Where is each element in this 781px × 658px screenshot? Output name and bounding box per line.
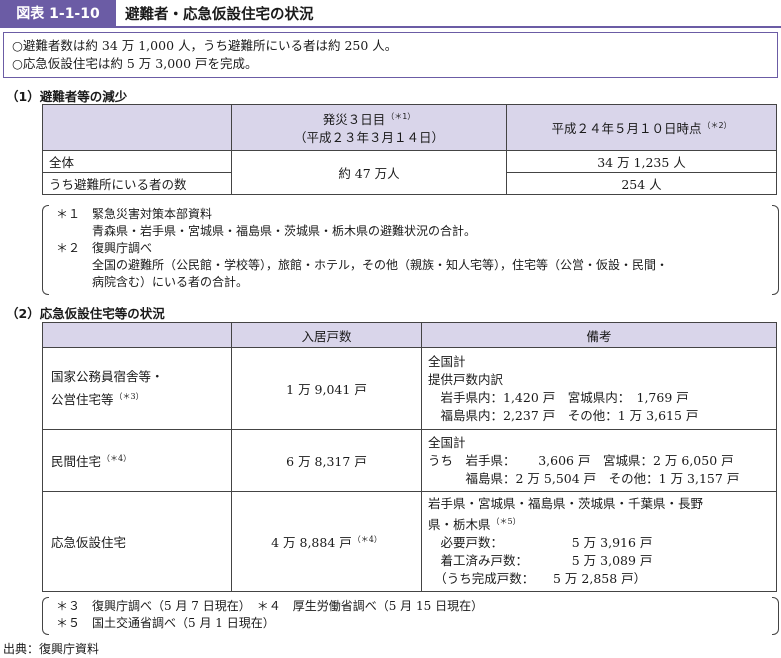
section1-title: （1）避難者等の減少 [6, 89, 128, 104]
count-temporary-cell: 4 万 8,884 戸（＊4） [231, 490, 422, 593]
evacuee-table: 発災３日目（＊1） （平成２３年３月１４日） 平成２４年５月１０日時点（＊2） … [42, 104, 777, 195]
summary-box: ○避難者数は約 34 万 1,000 人，うち避難所にいる者は約 250 人。 … [3, 32, 778, 78]
header-day3: 発災３日目（＊1） （平成２３年３月１４日） [231, 104, 507, 151]
housing-table: 入居戸数 備考 国家公務員宿舎等・ 公営住宅等（＊3） 1 万 9,041 戸 … [42, 322, 777, 593]
row-label-temporary: 応急仮設住宅 [42, 490, 232, 593]
note-ref-5: （＊5） [491, 517, 521, 526]
row-label-shelter: うち避難所にいる者の数 [42, 172, 232, 195]
table-row: 国家公務員宿舎等・ 公営住宅等（＊3） 1 万 9,041 戸 全国計 提供戸数… [42, 347, 777, 430]
figure-title: 避難者・応急仮設住宅の状況 [125, 6, 314, 23]
source-note: 出典：復興庁資料 [3, 642, 100, 656]
summary-line-2: ○応急仮設住宅は約 5 万 3,000 戸を完成。 [12, 56, 258, 71]
day3-total-value: 約 47 万人 [231, 150, 507, 195]
note-line: ＊１ 緊急災害対策本部資料 [56, 207, 213, 221]
row-label-total: 全体 [42, 150, 232, 173]
header-day3-line2: （平成２３年３月１４日） [293, 130, 444, 146]
header-day3-line1: 発災３日目 [322, 112, 386, 128]
table-row: 応急仮設住宅 4 万 8,884 戸（＊4） 岩手県・宮城県・福島県・茨城県・千… [42, 490, 777, 593]
summary-line-1: ○避難者数は約 34 万 1,000 人，うち避難所にいる者は約 250 人。 [12, 38, 398, 53]
row-label-private: 民間住宅（＊4） [42, 429, 232, 492]
housing-table-header-row: 入居戸数 備考 [42, 322, 777, 348]
header-current-text: 平成２４年５月１０日時点 [551, 121, 702, 137]
header-blank-cell [42, 104, 232, 151]
section2-notes: ＊３ 復興庁調べ（5 月 7 日現在） ＊４ 厚生労働省調べ（5 月 15 日現… [42, 597, 779, 635]
table-row: 全体 約 47 万人 34 万 1,235 人 [42, 150, 777, 195]
note-ref-4: （＊4） [102, 453, 132, 463]
remarks-public: 全国計 提供戸数内訳 岩手県内：1,420 戸 宮城県内： 1,769 戸 福島… [421, 347, 777, 430]
header-remarks: 備考 [421, 322, 777, 348]
note-line: 青森県・岩手県・宮城県・福島県・茨城県・栃木県の避難状況の合計。 [92, 224, 477, 238]
note-line: ＊３ 復興庁調べ（5 月 7 日現在） ＊４ 厚生労働省調べ（5 月 15 日現… [56, 599, 484, 613]
note-ref-1: （＊1） [386, 111, 416, 121]
evacuee-table-header-row: 発災３日目（＊1） （平成２３年３月１４日） 平成２４年５月１０日時点（＊2） [42, 104, 777, 151]
note-ref-2: （＊2） [702, 120, 732, 130]
note-ref-4b: （＊4） [352, 534, 382, 544]
count-private: 6 万 8,317 戸 [231, 429, 422, 492]
figure-label: 図表 1-1-10 [0, 0, 116, 26]
note-ref-3: （＊3） [114, 391, 144, 401]
note-line: 病院含む）にいる者の合計。 [92, 275, 249, 289]
current-shelter-value: 254 人 [506, 172, 777, 195]
header-current: 平成２４年５月１０日時点（＊2） [506, 104, 777, 151]
count-public: 1 万 9,041 戸 [231, 347, 422, 430]
current-total-value: 34 万 1,235 人 [506, 150, 777, 173]
figure-header: 図表 1-1-10 避難者・応急仮設住宅の状況 [0, 0, 781, 28]
count-temporary: 4 万 8,884 戸 [271, 535, 352, 551]
section2-title: （2）応急仮設住宅等の状況 [6, 306, 165, 321]
note-line: 全国の避難所（公民館・学校等），旅館・ホテル，その他（親族・知人宅等），住宅等（… [92, 258, 669, 272]
note-line: ＊５ 国土交通省調べ（5 月 1 日現在） [56, 616, 275, 630]
section1-notes: ＊１ 緊急災害対策本部資料 青森県・岩手県・宮城県・福島県・茨城県・栃木県の避難… [42, 205, 779, 295]
table-row: 民間住宅（＊4） 6 万 8,317 戸 全国計 うち 岩手県： 3,606 戸… [42, 429, 777, 492]
header-blank-cell [42, 322, 232, 348]
note-line: ＊２ 復興庁調べ [56, 241, 153, 255]
header-count: 入居戸数 [231, 322, 422, 348]
remarks-private: 全国計 うち 岩手県： 3,606 戸 宮城県：2 万 6,050 戸 福島県：… [421, 429, 777, 492]
remarks-temporary: 岩手県・宮城県・福島県・茨城県・千葉県・長野 県・栃木県（＊5） 必要戸数： 5… [421, 490, 777, 593]
row-label-public: 国家公務員宿舎等・ 公営住宅等（＊3） [42, 347, 232, 430]
